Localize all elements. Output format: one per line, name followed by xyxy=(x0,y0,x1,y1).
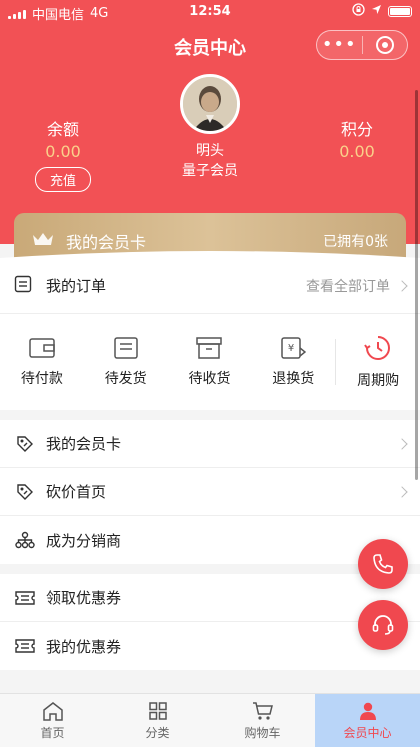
tab-member-center[interactable]: 会员中心 xyxy=(315,694,420,747)
tab-label: 首页 xyxy=(40,725,65,740)
cart-icon xyxy=(252,701,273,720)
home-icon xyxy=(42,701,63,721)
order-item-label: 退换货 xyxy=(272,371,315,387)
order-list-icon xyxy=(14,275,36,297)
order-pending-receipt[interactable]: 待收货 xyxy=(168,336,252,388)
menu-item-label: 我的优惠券 xyxy=(46,637,122,656)
box-icon xyxy=(113,337,138,359)
close-miniprogram-button[interactable] xyxy=(363,36,408,54)
refund-icon: ¥ xyxy=(281,337,307,359)
target-icon xyxy=(375,36,394,54)
chevron-right-icon xyxy=(396,279,408,292)
order-pending-shipment[interactable]: 待发货 xyxy=(84,336,168,388)
ticket-icon xyxy=(14,635,36,657)
battery-icon xyxy=(388,6,412,17)
lock-rotation-icon xyxy=(352,3,365,20)
order-status-grid: 待付款 待发货 待收货 ¥ 退换货 周期购 xyxy=(0,314,420,410)
chevron-right-icon xyxy=(396,485,408,498)
menu-item-my-member-card[interactable]: 我的会员卡 xyxy=(0,420,420,468)
order-item-label: 周期购 xyxy=(357,373,400,389)
menu-item-label: 我的会员卡 xyxy=(46,435,122,453)
call-button[interactable] xyxy=(358,539,408,589)
person-icon xyxy=(359,702,376,720)
menu-item-get-coupons[interactable]: 领取优惠券 xyxy=(0,574,420,622)
menu-item-label: 砍价首页 xyxy=(46,483,107,501)
tag-icon xyxy=(14,481,36,503)
tab-category[interactable]: 分类 xyxy=(105,694,210,747)
menu-item-bargain-home[interactable]: 砍价首页 xyxy=(0,468,420,516)
svg-text:¥: ¥ xyxy=(288,343,294,354)
order-returns[interactable]: ¥ 退换货 xyxy=(251,336,335,388)
tab-label: 会员中心 xyxy=(343,725,392,740)
order-pending-payment[interactable]: 待付款 xyxy=(0,336,84,388)
ticket-icon xyxy=(14,587,36,609)
member-level: 量子会员 xyxy=(182,163,238,179)
avatar[interactable] xyxy=(180,74,240,134)
menu-item-label: 成为分销商 xyxy=(46,531,122,550)
clock-icon xyxy=(364,336,391,360)
main-content: 我的订单 查看全部订单 待付款 待发货 待收货 ¥ 退换货 周期购 我的会员卡 … xyxy=(0,258,420,670)
orders-title: 我的订单 xyxy=(46,277,107,295)
network-icon xyxy=(14,529,36,551)
scrollbar[interactable] xyxy=(415,90,418,480)
miniprogram-capsule[interactable]: ••• xyxy=(316,30,408,60)
points-label: 积分 xyxy=(340,120,373,139)
user-name: 明头 xyxy=(196,143,224,159)
grid-icon xyxy=(148,701,167,720)
tab-home[interactable]: 首页 xyxy=(0,694,105,747)
balance-label: 余额 xyxy=(46,120,79,139)
tag-icon xyxy=(14,433,36,455)
status-bar: 中国电信 4G 12:54 xyxy=(0,0,420,24)
menu-item-my-coupons[interactable]: 我的优惠券 xyxy=(0,622,420,670)
menu-group-2: 领取优惠券 我的优惠券 xyxy=(0,574,420,670)
member-header: 会员中心 ••• 余额 0.00 充值 积分 0.00 xyxy=(0,24,420,244)
tab-label: 分类 xyxy=(145,725,170,740)
menu-item-become-distributor[interactable]: 成为分销商 xyxy=(0,516,420,564)
more-icon[interactable]: ••• xyxy=(317,35,362,55)
tab-label: 购物车 xyxy=(244,725,281,740)
view-all-orders-link[interactable]: 查看全部订单 xyxy=(306,276,390,296)
customer-service-button[interactable] xyxy=(358,600,408,650)
package-icon xyxy=(196,337,223,359)
tab-bar: 首页 分类 购物车 会员中心 xyxy=(0,693,420,747)
phone-icon xyxy=(373,554,393,574)
wallet-icon xyxy=(29,338,55,358)
order-item-label: 待付款 xyxy=(20,371,63,387)
headset-icon xyxy=(372,615,394,635)
orders-section: 我的订单 查看全部订单 待付款 待发货 待收货 ¥ 退换货 周期购 xyxy=(0,258,420,410)
chevron-right-icon xyxy=(396,437,408,450)
order-item-label: 待收货 xyxy=(188,371,231,387)
menu-group-1: 我的会员卡 砍价首页 成为分销商 xyxy=(0,420,420,564)
tab-cart[interactable]: 购物车 xyxy=(210,694,315,747)
orders-header[interactable]: 我的订单 查看全部订单 xyxy=(0,258,420,314)
order-subscription[interactable]: 周期购 xyxy=(336,334,420,390)
order-item-label: 待发货 xyxy=(104,371,147,387)
menu-item-label: 领取优惠券 xyxy=(46,589,122,607)
location-icon xyxy=(371,4,382,19)
